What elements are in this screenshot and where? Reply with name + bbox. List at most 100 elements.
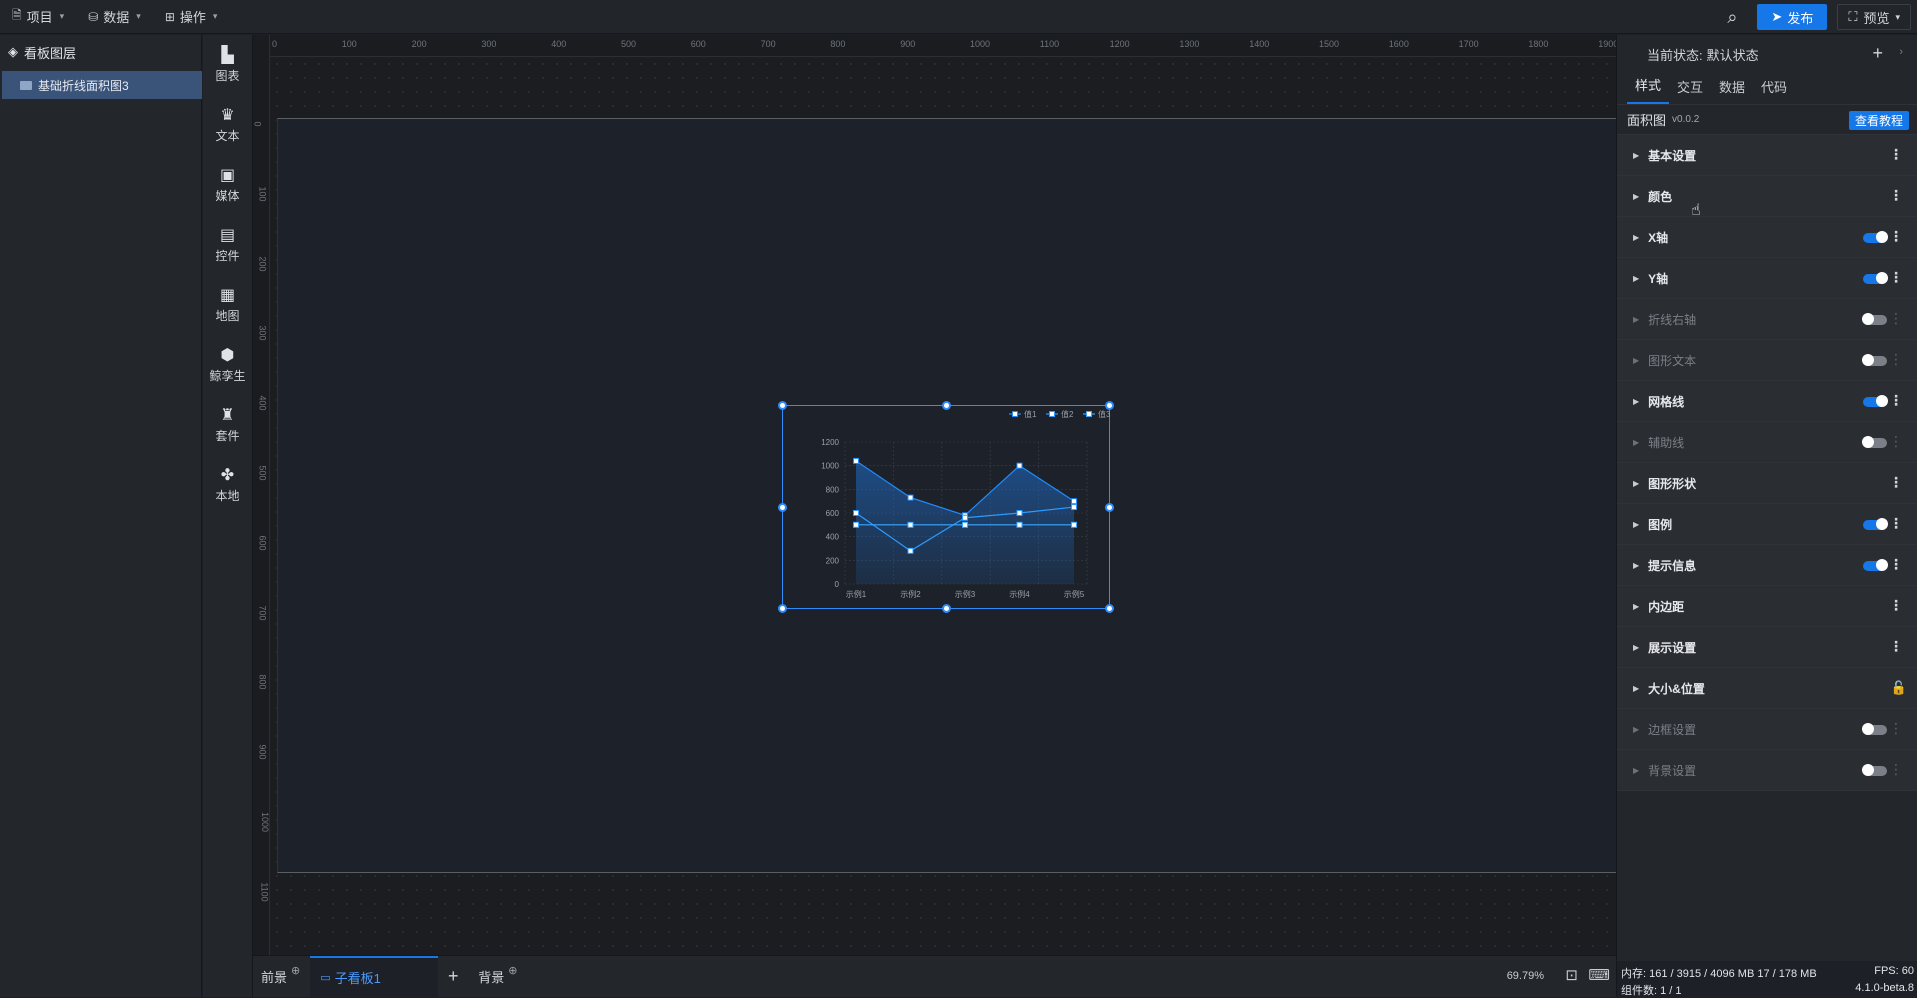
more-vertical-icon[interactable]: ⋮ bbox=[1889, 516, 1903, 530]
add-circle-icon[interactable]: ⊕ bbox=[291, 964, 300, 977]
tutorial-button[interactable]: 查看教程 bbox=[1848, 111, 1909, 130]
chevron-right-icon[interactable]: › bbox=[1899, 46, 1903, 58]
more-vertical-icon[interactable]: ⋮ bbox=[1889, 598, 1903, 612]
tool-kit[interactable]: ♜ 套件 bbox=[203, 395, 252, 455]
section-row[interactable]: ▶ 图例 ⋮ bbox=[1617, 504, 1917, 545]
add-circle-icon[interactable]: ⊕ bbox=[508, 964, 517, 977]
tab-background[interactable]: 背景 ⊕ bbox=[468, 956, 527, 998]
component-version: v0.0.2 bbox=[1672, 114, 1700, 125]
section-label: Y轴 bbox=[1648, 271, 1669, 286]
section-toggle[interactable] bbox=[1863, 518, 1888, 530]
more-vertical-icon[interactable]: ⋮ bbox=[1889, 270, 1903, 284]
tool-map[interactable]: ▦ 地图 bbox=[203, 275, 252, 335]
tool-chart[interactable]: ▙ 图表 bbox=[203, 35, 252, 95]
fit-screen-icon[interactable]: ⊡ bbox=[1565, 966, 1578, 984]
caret-right-icon: ▶ bbox=[1633, 191, 1640, 201]
caret-right-icon: ▶ bbox=[1633, 765, 1640, 775]
tab-sub-board[interactable]: ▭ 子看板1 bbox=[310, 955, 439, 998]
section-row[interactable]: ▶ X轴 ⋮ bbox=[1617, 217, 1917, 258]
canvas[interactable]: 1200 1000 800 600 400 200 0 示例1 示例2 示例3 示例4 示例5 值1 值2… bbox=[270, 57, 1616, 955]
section-label: 提示信息 bbox=[1648, 558, 1697, 573]
tool-local[interactable]: ✤ 本地 bbox=[203, 455, 252, 515]
section-row[interactable]: ▶ 边框设置 ⋮ bbox=[1617, 709, 1917, 750]
legend-label: 值2 bbox=[1061, 409, 1074, 419]
layers-panel: ◈ 看板图层 基础折线面积图3 bbox=[0, 35, 202, 997]
section-row[interactable]: ▶ 提示信息 ⋮ bbox=[1617, 545, 1917, 586]
tab-interaction[interactable]: 交互 bbox=[1669, 77, 1711, 104]
section-row[interactable]: ▶ 折线右轴 ⋮ bbox=[1617, 299, 1917, 340]
zoom-level[interactable]: 69.79% bbox=[1507, 970, 1544, 982]
section-row[interactable]: ▶ 内边距 ⋮ bbox=[1617, 586, 1917, 627]
more-vertical-icon[interactable]: ⋮ bbox=[1889, 352, 1903, 366]
more-vertical-icon[interactable]: ⋮ bbox=[1889, 188, 1903, 202]
menu-data[interactable]: ⛁ 数据 ▾ bbox=[76, 0, 153, 34]
section-toggle[interactable] bbox=[1863, 559, 1888, 571]
more-vertical-icon[interactable]: ⋮ bbox=[1889, 393, 1903, 407]
more-vertical-icon[interactable]: ⋮ bbox=[1889, 434, 1903, 448]
data-point bbox=[907, 521, 914, 528]
section-toggle[interactable] bbox=[1863, 272, 1888, 284]
state-selector[interactable]: 当前状态: 默认状态 + › bbox=[1617, 35, 1917, 73]
search-icon[interactable]: ⌕ bbox=[1717, 2, 1747, 32]
more-vertical-icon[interactable]: ⋮ bbox=[1889, 147, 1903, 161]
selected-chart-component[interactable]: 1200 1000 800 600 400 200 0 示例1 示例2 示例3 示例4 示例5 值1 值2… bbox=[778, 401, 1114, 613]
monitor-icon: ▭ bbox=[320, 972, 331, 984]
menu-project[interactable]: 🗎 项目 ▾ bbox=[0, 0, 76, 34]
menu-operation[interactable]: ⊞ 操作 ▾ bbox=[153, 0, 230, 34]
resize-handle-ne[interactable] bbox=[1105, 401, 1114, 410]
more-vertical-icon[interactable]: ⋮ bbox=[1889, 762, 1903, 776]
tool-widget[interactable]: ▤ 控件 bbox=[203, 215, 252, 275]
tool-text[interactable]: ♛ 文本 bbox=[203, 95, 252, 155]
resize-handle-n[interactable] bbox=[942, 401, 951, 410]
ruler-top-label: 1600 bbox=[1388, 39, 1409, 49]
section-toggle[interactable] bbox=[1863, 395, 1888, 407]
section-row[interactable]: ▶ 图形文本 ⋮ bbox=[1617, 340, 1917, 381]
panel-tabs: 样式 交互 数据 代码 bbox=[1617, 73, 1917, 105]
more-vertical-icon[interactable]: ⋮ bbox=[1889, 229, 1903, 243]
section-row[interactable]: ▶ 基本设置 ⋮ bbox=[1617, 135, 1917, 176]
section-row[interactable]: ▶ 颜色 ⋮ bbox=[1617, 176, 1917, 217]
add-tab-button[interactable]: + bbox=[438, 956, 468, 998]
section-row[interactable]: ▶ 网格线 ⋮ bbox=[1617, 381, 1917, 422]
more-vertical-icon[interactable]: ⋮ bbox=[1889, 557, 1903, 571]
tab-data[interactable]: 数据 bbox=[1711, 77, 1753, 104]
tool-twin[interactable]: ⬢ 鲸孪生 bbox=[203, 335, 252, 395]
tab-style[interactable]: 样式 bbox=[1627, 75, 1670, 104]
keyboard-icon[interactable]: ⌨ bbox=[1588, 966, 1610, 984]
resize-handle-s[interactable] bbox=[942, 604, 951, 613]
section-toggle[interactable] bbox=[1862, 313, 1887, 325]
preview-button[interactable]: ⛶ 预览 ▾ bbox=[1837, 4, 1911, 30]
resize-handle-e[interactable] bbox=[1105, 503, 1114, 512]
section-row[interactable]: ▶ 背景设置 ⋮ bbox=[1617, 750, 1917, 791]
add-state-icon[interactable]: + bbox=[1872, 43, 1883, 64]
section-toggle[interactable] bbox=[1863, 231, 1888, 243]
layer-item[interactable]: 基础折线面积图3 bbox=[2, 71, 202, 99]
more-vertical-icon[interactable]: ⋮ bbox=[1889, 639, 1903, 653]
section-toggle[interactable] bbox=[1862, 723, 1887, 735]
lock-icon[interactable]: 🔓 bbox=[1891, 680, 1907, 696]
section-row[interactable]: ▶ Y轴 ⋮ bbox=[1617, 258, 1917, 299]
section-row[interactable]: ▶ 图形形状 ⋮ bbox=[1617, 463, 1917, 504]
section-toggle[interactable] bbox=[1862, 354, 1887, 366]
resize-handle-sw[interactable] bbox=[778, 604, 787, 613]
tool-media[interactable]: ▣ 媒体 bbox=[203, 155, 252, 215]
tab-code[interactable]: 代码 bbox=[1753, 77, 1795, 104]
more-vertical-icon[interactable]: ⋮ bbox=[1889, 475, 1903, 489]
section-row[interactable]: ▶ 辅助线 ⋮ bbox=[1617, 422, 1917, 463]
section-toggle[interactable] bbox=[1862, 436, 1887, 448]
ruler-top-label: 1900 bbox=[1598, 39, 1616, 49]
resize-handle-se[interactable] bbox=[1105, 604, 1114, 613]
ruler-top-label: 1100 bbox=[1039, 39, 1060, 49]
tab-foreground[interactable]: 前景 ⊕ bbox=[253, 956, 310, 998]
settings-sections: ▶ 基本设置 ⋮ ▶ 颜色 ⋮ ▶ X轴 ⋮ ▶ Y轴 ⋮ ▶ 折线右轴 ⋮ ▶ 图形文本 ⋮ ▶ 网格线 ⋮ ▶ 辅助线 ⋮… bbox=[1617, 135, 1917, 791]
publish-button[interactable]: ➤ 发布 bbox=[1757, 4, 1828, 30]
section-row[interactable]: ▶ 大小&位置 🔓 bbox=[1617, 668, 1917, 709]
resize-handle-nw[interactable] bbox=[778, 401, 787, 410]
x-tick-label: 示例2 bbox=[900, 589, 921, 599]
data-point bbox=[1071, 521, 1077, 528]
resize-handle-w[interactable] bbox=[778, 503, 787, 512]
more-vertical-icon[interactable]: ⋮ bbox=[1889, 721, 1903, 735]
more-vertical-icon[interactable]: ⋮ bbox=[1889, 311, 1903, 325]
section-toggle[interactable] bbox=[1862, 764, 1887, 776]
section-row[interactable]: ▶ 展示设置 ⋮ bbox=[1617, 627, 1917, 668]
